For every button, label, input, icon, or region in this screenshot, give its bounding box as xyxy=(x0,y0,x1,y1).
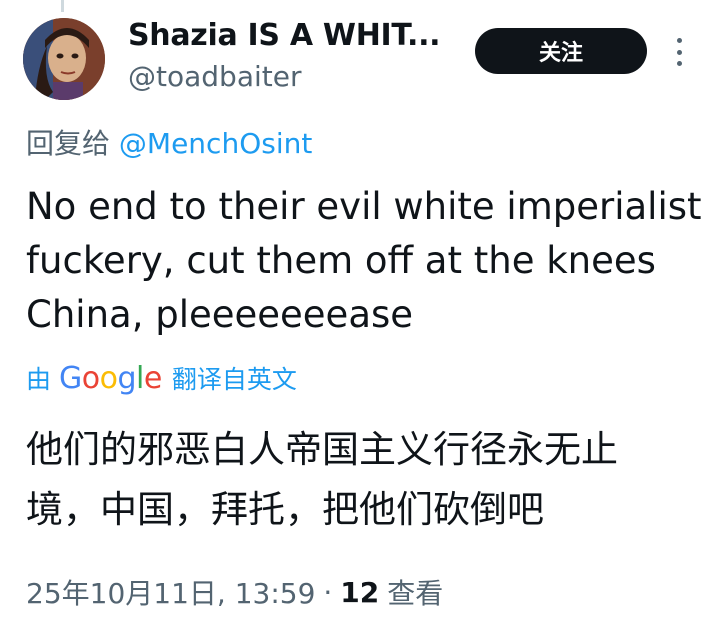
meta-separator: · xyxy=(323,575,333,609)
more-vertical-icon xyxy=(676,38,682,43)
reply-mention-link[interactable]: @MenchOsint xyxy=(119,127,312,160)
translation-by-label: 由 xyxy=(26,365,52,394)
tweet-header: Shazia IS A WHIT... @toadbaiter 关注 xyxy=(0,0,720,110)
translated-text: 他们的邪恶白人帝国主义行径永无止 境，中国，拜托，把他们砍倒吧 xyxy=(26,420,716,540)
avatar[interactable] xyxy=(23,18,105,100)
tweet-text-line: No end to their evil white imperialist xyxy=(26,185,702,228)
views-label: 查看 xyxy=(387,577,444,610)
reply-context: 回复给 @MenchOsint xyxy=(26,122,312,162)
translated-text-line: 他们的邪恶白人帝国主义行径永无止 xyxy=(26,428,618,471)
more-vertical-icon-dot xyxy=(676,61,682,66)
author-handle[interactable]: @toadbaiter xyxy=(128,60,301,93)
tweet-text: No end to their evil white imperialist f… xyxy=(26,180,716,342)
tweet-text-line: fuckery, cut them off at the knees xyxy=(26,239,656,282)
tweet-timestamp[interactable]: 25年10月11日, 13:59 xyxy=(26,572,315,612)
tweet-meta: 25年10月11日, 13:59 · 12 查看 xyxy=(26,572,443,612)
follow-button[interactable]: 关注 xyxy=(475,28,647,74)
tweet-text-line: China, pleeeeeeease xyxy=(26,293,414,336)
author-display-name[interactable]: Shazia IS A WHIT... xyxy=(128,18,441,53)
reply-prefix: 回复给 xyxy=(26,127,111,160)
more-vertical-icon-dot xyxy=(676,49,682,55)
google-logo: Google xyxy=(59,360,162,396)
views-count: 12 xyxy=(340,575,380,609)
avatar-portrait-icon xyxy=(23,18,105,100)
translation-source-label: 翻译自英文 xyxy=(171,365,297,394)
translation-attribution[interactable]: 由 Google 翻译自英文 xyxy=(26,358,297,398)
translated-text-line: 境，中国，拜托，把他们砍倒吧 xyxy=(26,488,544,531)
more-options-button[interactable] xyxy=(666,34,692,70)
